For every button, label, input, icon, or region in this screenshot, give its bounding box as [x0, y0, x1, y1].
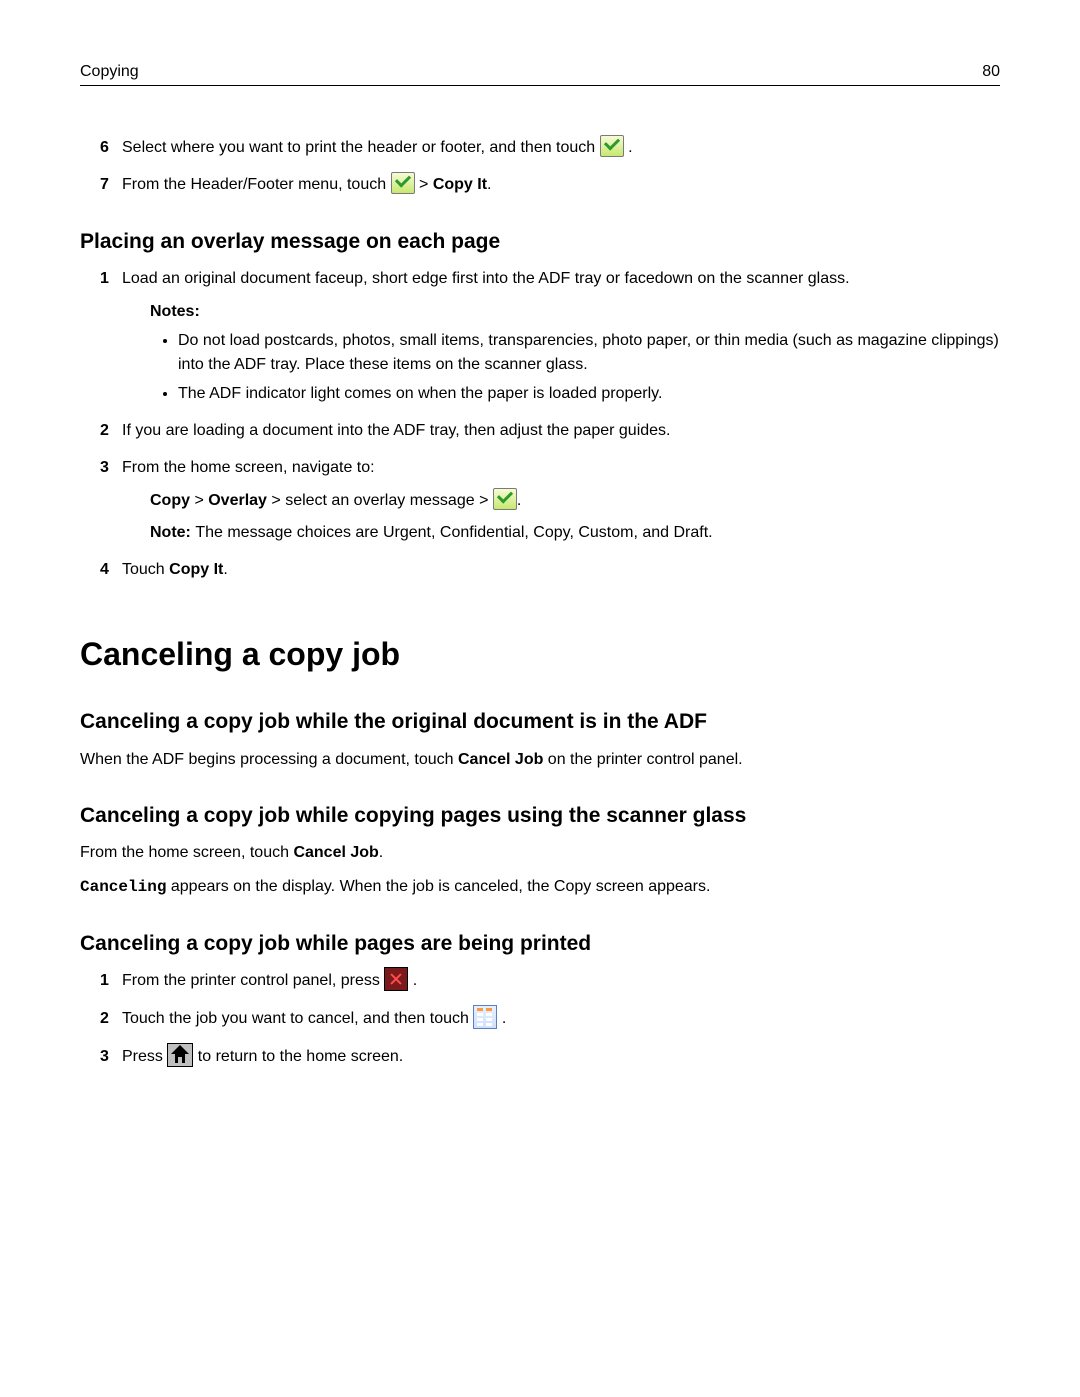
step-number: 7 [100, 173, 109, 196]
checkmark-icon [493, 488, 517, 510]
text: When the ADF begins processing a documen… [80, 751, 458, 768]
note-text: The message choices are Urgent, Confiden… [195, 524, 712, 541]
step-text-sep: > [419, 176, 433, 193]
step-text: From the home screen, navigate to: [122, 459, 375, 476]
notes-label: Notes: [150, 300, 1000, 323]
text-mono: Canceling [80, 878, 166, 896]
note-line: Note: The message choices are Urgent, Co… [150, 521, 1000, 544]
step-number: 3 [100, 456, 109, 479]
note-bullet: The ADF indicator light comes on when th… [178, 382, 1000, 405]
cancel-adf-text: When the ADF begins processing a documen… [80, 748, 1000, 771]
delete-jobs-icon [473, 1005, 497, 1029]
checkmark-icon [600, 135, 624, 157]
step-text-end: . [502, 1010, 506, 1027]
path-sep: > [190, 492, 208, 509]
step-number: 2 [100, 419, 109, 442]
path-bold: Copy [150, 492, 190, 509]
step-text: Touch [122, 561, 169, 578]
heading-cancel-glass: Canceling a copy job while copying pages… [80, 801, 1000, 831]
step-text-end: . [413, 972, 417, 989]
path-end: . [517, 492, 521, 509]
nav-path: Copy > Overlay > select an overlay messa… [150, 489, 1000, 512]
overlay-step-1: 1 Load an original document faceup, shor… [100, 267, 1000, 405]
overlay-step-3: 3 From the home screen, navigate to: Cop… [100, 456, 1000, 544]
heading-cancel-adf: Canceling a copy job while the original … [80, 707, 1000, 737]
text: appears on the display. When the job is … [166, 878, 710, 895]
cancel-icon [384, 967, 408, 991]
step-number: 3 [100, 1045, 109, 1068]
home-icon [167, 1043, 193, 1067]
notes-list: Do not load postcards, photos, small ite… [178, 329, 1000, 405]
cancel-step-3: 3 Press to return to the home screen. [100, 1045, 1000, 1069]
step-7: 7 From the Header/Footer menu, touch > C… [100, 173, 1000, 196]
step-6: 6 Select where you want to print the hea… [100, 136, 1000, 159]
path-text: > select an overlay message > [267, 492, 493, 509]
step-number: 2 [100, 1007, 109, 1030]
step-text: Press [122, 1048, 167, 1065]
cancel-printing-steps: 1 From the printer control panel, press … [80, 969, 1000, 1069]
step-text-end: to return to the home screen. [198, 1048, 403, 1065]
step-text-end: . [628, 139, 632, 156]
text-bold: Cancel Job [458, 751, 543, 768]
step-text-end: . [223, 561, 227, 578]
overlay-steps: 1 Load an original document faceup, shor… [80, 267, 1000, 581]
step-number: 6 [100, 136, 109, 159]
cancel-glass-line2: Canceling appears on the display. When t… [80, 875, 1000, 899]
step-number: 4 [100, 558, 109, 581]
step-text-end: . [487, 176, 491, 193]
step-number: 1 [100, 969, 109, 992]
step-text: From the printer control panel, press [122, 972, 384, 989]
cancel-glass-line1: From the home screen, touch Cancel Job. [80, 841, 1000, 864]
checkmark-icon [391, 172, 415, 194]
text: on the printer control panel. [543, 751, 742, 768]
step-text: Select where you want to print the heade… [122, 139, 600, 156]
step-text: Touch the job you want to cancel, and th… [122, 1010, 473, 1027]
note-bullet: Do not load postcards, photos, small ite… [178, 329, 1000, 375]
step-text-bold: Copy It [169, 561, 223, 578]
text: . [379, 844, 383, 861]
continuation-steps: 6 Select where you want to print the hea… [80, 136, 1000, 196]
path-bold: Overlay [208, 492, 267, 509]
overlay-step-4: 4 Touch Copy It. [100, 558, 1000, 581]
text: From the home screen, touch [80, 844, 293, 861]
cancel-step-2: 2 Touch the job you want to cancel, and … [100, 1007, 1000, 1031]
page-header: Copying 80 [80, 60, 1000, 86]
heading-overlay: Placing an overlay message on each page [80, 227, 1000, 257]
note-label: Note: [150, 524, 195, 541]
step-text: From the Header/Footer menu, touch [122, 176, 391, 193]
step-number: 1 [100, 267, 109, 290]
text-bold: Cancel Job [293, 844, 378, 861]
step-text-bold: Copy It [433, 176, 487, 193]
overlay-step-2: 2 If you are loading a document into the… [100, 419, 1000, 442]
step-text: If you are loading a document into the A… [122, 422, 671, 439]
cancel-step-1: 1 From the printer control panel, press … [100, 969, 1000, 993]
header-section: Copying [80, 60, 139, 83]
heading-cancel-printing: Canceling a copy job while pages are bei… [80, 929, 1000, 959]
header-page-number: 80 [982, 60, 1000, 83]
heading-cancel: Canceling a copy job [80, 631, 1000, 677]
step-text: Load an original document faceup, short … [122, 270, 850, 287]
